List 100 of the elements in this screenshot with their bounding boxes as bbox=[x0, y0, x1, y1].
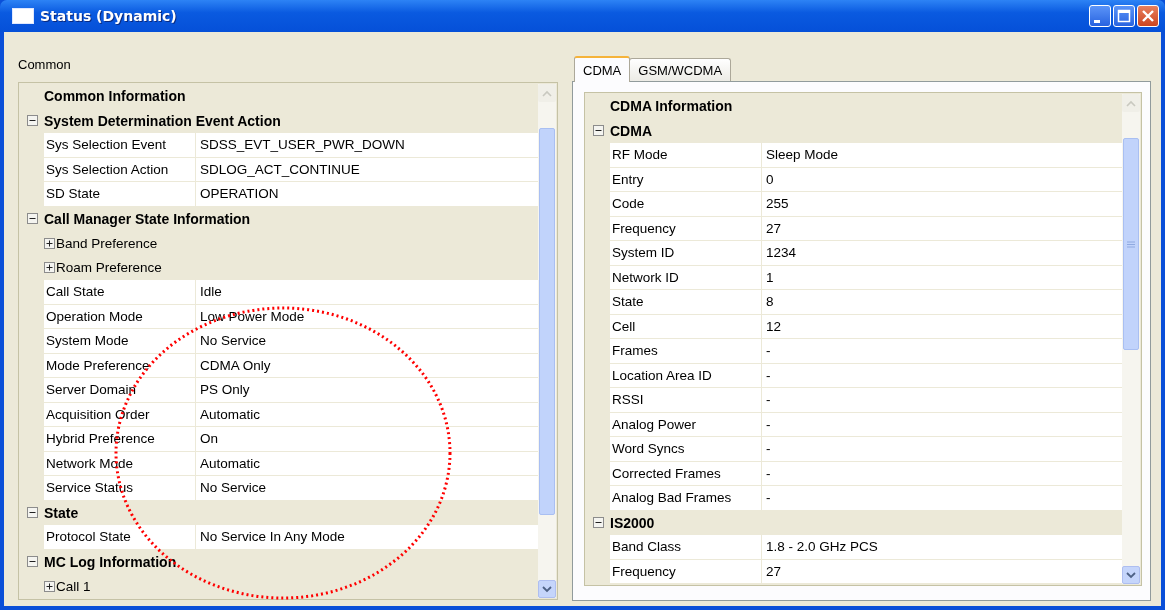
grid-title: Common Information bbox=[44, 87, 186, 107]
property-value: CDMA Only bbox=[196, 353, 538, 378]
property-value: No Service bbox=[196, 476, 538, 501]
window-title: Status (Dynamic) bbox=[40, 8, 178, 24]
property-name: Word Syncs bbox=[610, 437, 762, 462]
property-value: - bbox=[762, 339, 1122, 364]
property-name: Server Domain bbox=[44, 378, 196, 403]
property-value: Automatic bbox=[196, 451, 538, 476]
collapse-icon[interactable] bbox=[592, 125, 604, 137]
property-name: Cell bbox=[610, 314, 762, 339]
property-name: Corrected Frames bbox=[610, 461, 762, 486]
property-name: Sys Selection Action bbox=[44, 157, 196, 182]
grip-icon bbox=[1127, 240, 1135, 248]
category-title: CDMA bbox=[610, 121, 652, 141]
property-name: Protocol State bbox=[44, 525, 196, 550]
property-name: Frames bbox=[610, 339, 762, 364]
property-name: Call State bbox=[44, 280, 196, 305]
property-name: Code bbox=[610, 192, 762, 217]
expand-icon[interactable] bbox=[44, 262, 55, 274]
grid-title: CDMA Information bbox=[610, 97, 733, 117]
property-value: 1.8 - 2.0 GHz PCS bbox=[762, 535, 1122, 560]
property-value: - bbox=[762, 363, 1122, 388]
collapse-icon[interactable] bbox=[592, 517, 604, 529]
property-name: Band Preference bbox=[56, 235, 158, 251]
chevron-down-icon bbox=[542, 585, 552, 593]
chevron-down-icon bbox=[1126, 571, 1136, 579]
window-icon bbox=[12, 8, 34, 24]
property-name: Roam Preference bbox=[56, 260, 162, 276]
property-value: Sleep Mode bbox=[762, 143, 1122, 168]
property-name: Call 1 bbox=[56, 578, 91, 594]
property-name: Frequency bbox=[610, 216, 762, 241]
property-name: Network ID bbox=[610, 265, 762, 290]
maximize-icon bbox=[1117, 9, 1131, 23]
property-name: Sys Selection Event bbox=[44, 133, 196, 158]
property-value: OPERATION bbox=[196, 182, 538, 207]
property-name: SD State bbox=[44, 182, 196, 207]
property-value: - bbox=[762, 412, 1122, 437]
property-value: No Service bbox=[196, 329, 538, 354]
scroll-thumb[interactable] bbox=[1123, 138, 1139, 350]
property-name: RSSI bbox=[610, 388, 762, 413]
scrollbar[interactable] bbox=[538, 84, 556, 598]
property-name: State bbox=[610, 290, 762, 315]
property-name: System ID bbox=[610, 241, 762, 266]
property-value: Automatic bbox=[196, 402, 538, 427]
scroll-thumb[interactable] bbox=[539, 128, 555, 515]
scroll-down-button[interactable] bbox=[538, 580, 556, 598]
property-value: 8 bbox=[762, 290, 1122, 315]
property-name: Network Mode bbox=[44, 451, 196, 476]
category-title: IS2000 bbox=[610, 513, 655, 533]
property-value: PS Only bbox=[196, 378, 538, 403]
property-value: 1 bbox=[762, 265, 1122, 290]
scroll-down-button[interactable] bbox=[1122, 566, 1140, 584]
property-value: 1234 bbox=[762, 241, 1122, 266]
minimize-icon bbox=[1094, 19, 1100, 23]
expand-icon[interactable] bbox=[44, 580, 55, 592]
property-name: Mode Preference bbox=[44, 353, 196, 378]
property-value: SDSS_EVT_USER_PWR_DOWN bbox=[196, 133, 538, 158]
category-title: System Determination Event Action bbox=[44, 111, 281, 131]
collapse-icon[interactable] bbox=[26, 115, 38, 127]
property-name: Service Status bbox=[44, 476, 196, 501]
property-value: - bbox=[762, 461, 1122, 486]
property-value: SDLOG_ACT_CONTINUE bbox=[196, 157, 538, 182]
scrollbar[interactable] bbox=[1122, 94, 1140, 584]
property-value: - bbox=[762, 437, 1122, 462]
property-name: Frequency bbox=[610, 559, 762, 584]
property-value: 0 bbox=[762, 167, 1122, 192]
property-name: Entry bbox=[610, 167, 762, 192]
tab[interactable]: GSM/WCDMA bbox=[629, 58, 732, 81]
close-button[interactable] bbox=[1137, 5, 1159, 27]
property-value: - bbox=[762, 486, 1122, 511]
collapse-icon[interactable] bbox=[26, 556, 38, 568]
property-value: No Service In Any Mode bbox=[196, 525, 538, 550]
property-name: RF Mode bbox=[610, 143, 762, 168]
property-name: Operation Mode bbox=[44, 304, 196, 329]
maximize-button[interactable] bbox=[1113, 5, 1135, 27]
property-name: System Mode bbox=[44, 329, 196, 354]
property-name: Acquisition Order bbox=[44, 402, 196, 427]
property-name: Hybrid Preference bbox=[44, 427, 196, 452]
property-name: Analog Bad Frames bbox=[610, 486, 762, 511]
chevron-up-icon bbox=[542, 89, 552, 97]
collapse-icon[interactable] bbox=[26, 507, 38, 519]
property-value: 27 bbox=[762, 559, 1122, 584]
category-title: State bbox=[44, 503, 79, 523]
minimize-button[interactable] bbox=[1089, 5, 1111, 27]
collapse-icon[interactable] bbox=[26, 213, 38, 225]
property-name: Location Area ID bbox=[610, 363, 762, 388]
property-name: Analog Power bbox=[610, 412, 762, 437]
property-value: On bbox=[196, 427, 538, 452]
pane-label: Common bbox=[18, 56, 72, 74]
category-title: MC Log Information bbox=[44, 552, 177, 572]
category-title: Call Manager State Information bbox=[44, 209, 251, 229]
expand-icon[interactable] bbox=[44, 237, 55, 249]
close-icon bbox=[1141, 9, 1155, 23]
property-value: 255 bbox=[762, 192, 1122, 217]
property-value: 27 bbox=[762, 216, 1122, 241]
tab[interactable]: CDMA bbox=[574, 56, 631, 82]
property-value: Idle bbox=[196, 280, 538, 305]
property-name: Band Class bbox=[610, 535, 762, 560]
property-value: - bbox=[762, 388, 1122, 413]
chevron-up-icon bbox=[1126, 99, 1136, 107]
